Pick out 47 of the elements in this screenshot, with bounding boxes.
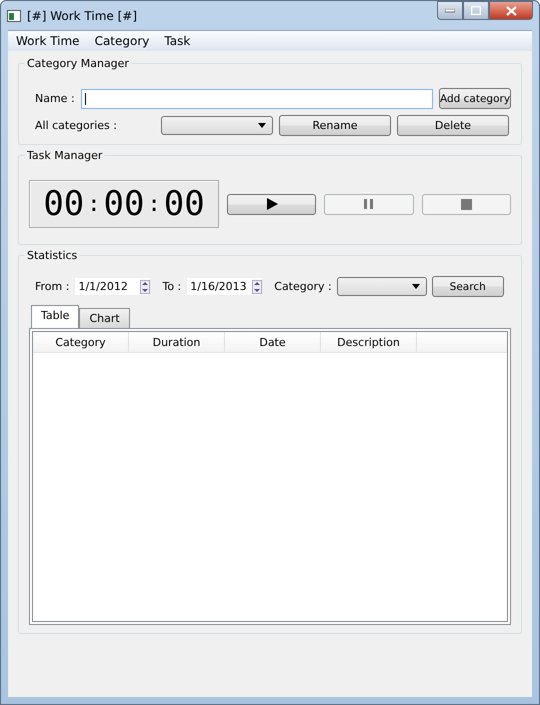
maximize-button[interactable] — [463, 1, 489, 20]
dropdown-arrow-icon — [412, 284, 420, 289]
menu-item[interactable]: Task — [164, 34, 190, 48]
tab[interactable]: Table — [31, 305, 80, 328]
column-header[interactable]: Duration — [129, 332, 225, 352]
close-icon — [506, 6, 516, 16]
name-field[interactable] — [80, 88, 433, 108]
from-date-field[interactable]: 1/1/2012 — [74, 277, 152, 296]
category-dropdown[interactable] — [336, 277, 427, 296]
column-header[interactable]: Date — [225, 332, 321, 352]
group-title: Task Manager — [26, 149, 104, 162]
to-date-field[interactable]: 1/16/2013 — [186, 277, 264, 296]
close-button[interactable] — [489, 1, 533, 20]
timer-digits: 00 — [43, 184, 84, 224]
column-header[interactable]: Category — [33, 332, 129, 352]
timer-separator: : — [146, 192, 162, 216]
menu-item[interactable]: Work Time — [16, 34, 80, 48]
pause-icon — [364, 199, 374, 209]
delete-button[interactable]: Delete — [397, 115, 509, 136]
search-button[interactable]: Search — [432, 276, 504, 297]
column-header[interactable]: Description — [321, 332, 417, 352]
all-categories-label: All categories : — [34, 119, 118, 132]
app-icon — [7, 10, 21, 22]
tab[interactable]: Chart — [79, 308, 130, 328]
spinner-icon — [252, 280, 262, 294]
maximize-icon — [471, 6, 481, 15]
rename-button[interactable]: Rename — [279, 115, 391, 136]
play-button[interactable] — [227, 194, 316, 214]
timer-digits: 00 — [104, 184, 144, 224]
categories-dropdown[interactable] — [161, 116, 273, 135]
menu-item[interactable]: Category — [94, 34, 150, 48]
window-title: [#] Work Time [#] — [27, 8, 138, 22]
timer-digits: 00 — [164, 184, 205, 224]
minimize-icon — [445, 8, 455, 12]
timer-separator: : — [86, 192, 102, 216]
dropdown-arrow-icon — [258, 123, 266, 128]
name-label: Name : — [34, 92, 75, 105]
group-title: Category Manager — [26, 57, 130, 70]
category-label: Category : — [273, 280, 332, 293]
to-label: To : — [161, 280, 182, 293]
from-label: From : — [34, 280, 70, 293]
stop-icon — [460, 198, 472, 210]
minimize-button[interactable] — [437, 1, 463, 20]
play-icon — [266, 198, 278, 210]
spinner-icon — [140, 280, 150, 294]
group-title: Statistics — [26, 249, 78, 262]
add-category-button[interactable]: Add category — [439, 88, 511, 109]
